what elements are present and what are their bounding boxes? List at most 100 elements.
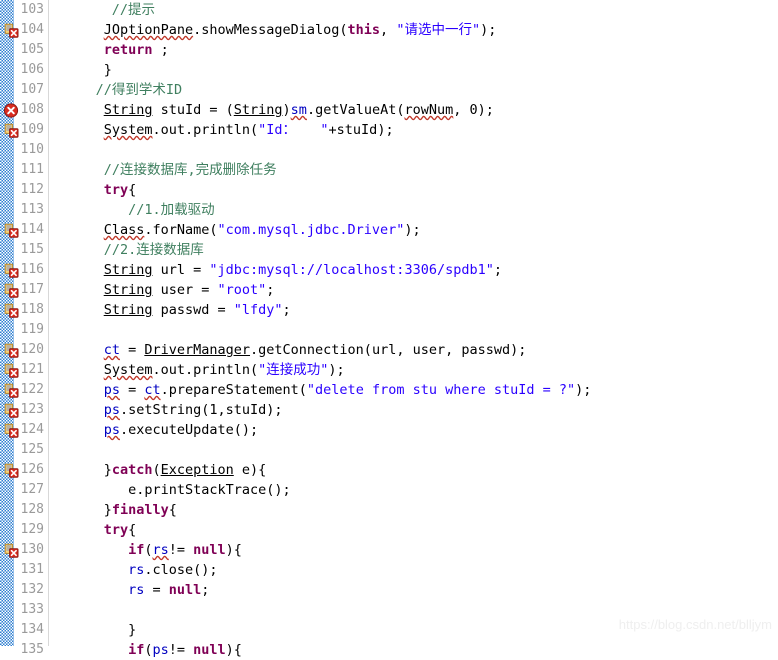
code-token: } <box>103 462 112 478</box>
table-row[interactable]: 135 if(ps!= null){ <box>0 640 778 660</box>
code-token: ); <box>575 382 592 398</box>
code-line-text[interactable]: ct = DriverManager.getConnection(url, us… <box>104 340 527 360</box>
line-number: 134 <box>20 622 44 637</box>
table-row[interactable]: 113 //1.加载驱动 <box>0 200 778 220</box>
quickfix-error-marker-icon[interactable] <box>3 363 19 378</box>
code-line-text[interactable]: String stuId = (String)sm.getValueAt(row… <box>104 100 494 120</box>
code-line-text[interactable]: //2.连接数据库 <box>104 240 204 260</box>
code-token: JOptionPane <box>103 22 194 38</box>
code-token: user = <box>152 282 218 298</box>
table-row[interactable]: 104 JOptionPane.showMessageDialog(this, "… <box>0 20 778 40</box>
code-line-text[interactable]: String url = "jdbc:mysql://localhost:330… <box>104 260 502 280</box>
code-token: } <box>103 502 112 518</box>
code-token: = <box>119 382 145 398</box>
code-token: ){ <box>225 542 242 558</box>
table-row[interactable]: 122 ps = ct.prepareStatement("delete from… <box>0 380 778 400</box>
table-row[interactable]: 119 <box>0 320 778 340</box>
quickfix-error-marker-icon[interactable] <box>3 343 19 358</box>
table-row[interactable]: 107 //得到学术ID <box>0 80 778 100</box>
code-token: //2.连接数据库 <box>103 242 204 258</box>
quickfix-error-marker-icon[interactable] <box>3 463 19 478</box>
code-line-text[interactable]: return ; <box>104 40 169 60</box>
code-line-text[interactable]: //得到学术ID <box>96 80 183 100</box>
code-line-text[interactable]: rs = null; <box>128 580 209 600</box>
code-line-text[interactable]: //连接数据库,完成删除任务 <box>104 160 277 180</box>
code-token: try <box>103 182 129 198</box>
code-line-text[interactable]: try{ <box>104 520 137 540</box>
table-row[interactable]: 118 String passwd = "lfdy"; <box>0 300 778 320</box>
code-line-text[interactable]: //提示 <box>112 0 155 20</box>
code-token: .close(); <box>144 562 218 578</box>
code-token: String <box>233 102 283 118</box>
code-token: String <box>103 302 153 318</box>
code-line-text[interactable]: ps.executeUpdate(); <box>104 420 258 440</box>
table-row[interactable]: 128}finally{ <box>0 500 778 520</box>
code-line-text[interactable]: } <box>104 60 112 80</box>
code-line-text[interactable]: ps = ct.prepareStatement("delete from st… <box>104 380 592 400</box>
table-row[interactable]: 112 try{ <box>0 180 778 200</box>
code-token: System <box>103 122 153 138</box>
code-token: { <box>168 502 177 518</box>
table-row[interactable]: 132 rs = null; <box>0 580 778 600</box>
code-token: ){ <box>225 642 242 658</box>
table-row[interactable]: 123 ps.setString(1,stuId); <box>0 400 778 420</box>
line-number: 107 <box>20 82 44 97</box>
code-line-text[interactable]: try{ <box>104 180 137 200</box>
code-line-text[interactable]: Class.forName("com.mysql.jdbc.Driver"); <box>104 220 421 240</box>
code-line-text[interactable]: String user = "root"; <box>104 280 275 300</box>
table-row[interactable]: 106} <box>0 60 778 80</box>
table-row[interactable]: 114 Class.forName("com.mysql.jdbc.Driver"… <box>0 220 778 240</box>
quickfix-error-marker-icon[interactable] <box>3 283 19 298</box>
code-editor-pane[interactable]: 103 //提示 104 JOptionPane.showMessageDialog(… <box>0 0 778 658</box>
code-token: e.printStackTrace(); <box>128 482 291 498</box>
table-row[interactable]: 111 //连接数据库,完成删除任务 <box>0 160 778 180</box>
code-token: rs <box>128 582 145 598</box>
code-token: //得到学术ID <box>95 82 183 98</box>
table-row[interactable]: 115 //2.连接数据库 <box>0 240 778 260</box>
code-token: ps <box>152 642 169 658</box>
table-row[interactable]: 105 return ; <box>0 40 778 60</box>
quickfix-error-marker-icon[interactable] <box>3 223 19 238</box>
code-line-text[interactable]: }catch(Exception e){ <box>104 460 267 480</box>
line-number: 127 <box>20 482 44 497</box>
quickfix-error-marker-icon[interactable] <box>3 543 19 558</box>
quickfix-error-marker-icon[interactable] <box>3 423 19 438</box>
error-marker-icon[interactable] <box>3 103 19 118</box>
code-line-text[interactable]: if(ps!= null){ <box>128 640 242 660</box>
table-row[interactable]: 130 if(rs!= null){ <box>0 540 778 560</box>
table-row[interactable]: 108 String stuId = (String)sm.getValueAt(… <box>0 100 778 120</box>
code-line-text[interactable]: }finally{ <box>104 500 177 520</box>
quickfix-error-marker-icon[interactable] <box>3 263 19 278</box>
table-row[interactable]: 109 System.out.println("Id： "+stuId); <box>0 120 778 140</box>
table-row[interactable]: 131 rs.close(); <box>0 560 778 580</box>
table-row[interactable]: 120 ct = DriverManager.getConnection(url,… <box>0 340 778 360</box>
quickfix-error-marker-icon[interactable] <box>3 23 19 38</box>
code-line-text[interactable]: } <box>128 620 136 640</box>
code-line-text[interactable]: JOptionPane.showMessageDialog(this, "请选中… <box>104 20 497 40</box>
code-line-text[interactable]: rs.close(); <box>128 560 217 580</box>
table-row[interactable]: 117 String user = "root"; <box>0 280 778 300</box>
code-line-text[interactable]: ps.setString(1,stuId); <box>104 400 283 420</box>
table-row[interactable]: 125 <box>0 440 778 460</box>
code-line-text[interactable]: String passwd = "lfdy"; <box>104 300 291 320</box>
table-row[interactable]: 103 //提示 <box>0 0 778 20</box>
table-row[interactable]: 124 ps.executeUpdate(); <box>0 420 778 440</box>
quickfix-error-marker-icon[interactable] <box>3 123 19 138</box>
quickfix-error-marker-icon[interactable] <box>3 303 19 318</box>
quickfix-error-marker-icon[interactable] <box>3 383 19 398</box>
table-row[interactable]: 126}catch(Exception e){ <box>0 460 778 480</box>
quickfix-error-marker-icon[interactable] <box>3 403 19 418</box>
code-line-text[interactable]: System.out.println("Id： "+stuId); <box>104 120 394 140</box>
table-row[interactable]: 127 e.printStackTrace(); <box>0 480 778 500</box>
table-row[interactable]: 121 System.out.println("连接成功"); <box>0 360 778 380</box>
code-line-text[interactable]: System.out.println("连接成功"); <box>104 360 345 380</box>
table-row[interactable]: 110 <box>0 140 778 160</box>
code-token: this <box>347 22 381 38</box>
code-line-text[interactable]: if(rs!= null){ <box>128 540 242 560</box>
table-row[interactable]: 116 String url = "jdbc:mysql://localhost:… <box>0 260 778 280</box>
code-line-text[interactable]: e.printStackTrace(); <box>128 480 291 500</box>
code-token: { <box>128 182 137 198</box>
table-row[interactable]: 129 try{ <box>0 520 778 540</box>
code-line-text[interactable]: //1.加载驱动 <box>128 200 215 220</box>
code-token: "com.mysql.jdbc.Driver" <box>217 222 405 238</box>
